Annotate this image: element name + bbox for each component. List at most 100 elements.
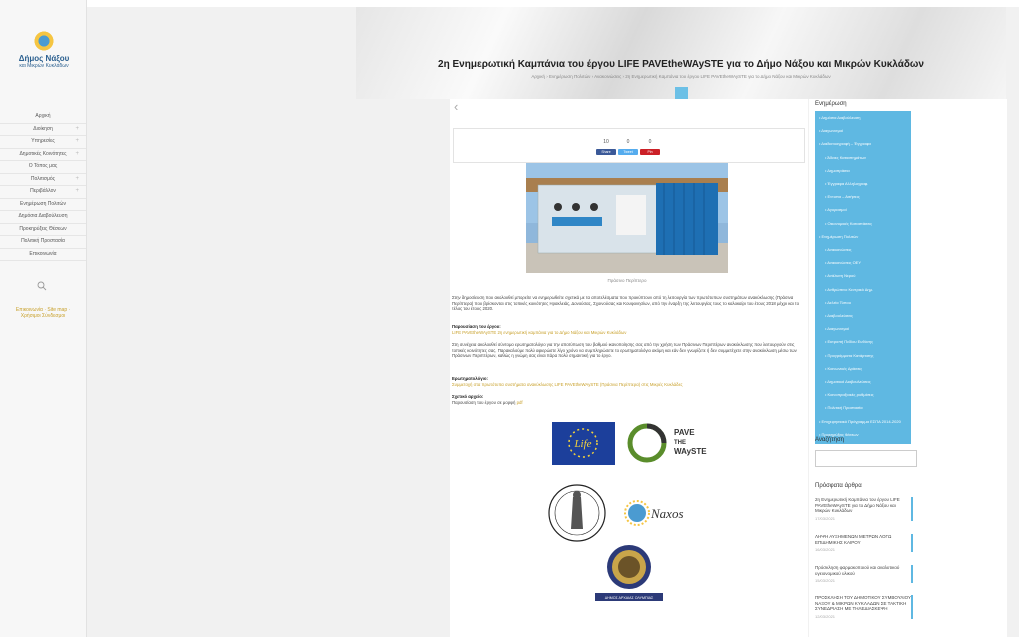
recent-post-date: 15/03/2021 xyxy=(815,578,836,583)
presentation-link[interactable]: LIFE PAVEtheWAySTE 2η ενημερωτική καμπάν… xyxy=(452,330,802,336)
info-menu-label: Ανακοινώσεις ΟΕΥ xyxy=(827,260,862,266)
recent-post[interactable]: ΛΗΨΗ ΑΥΞΗΜΕΝΩΝ ΜΕΤΡΩΝ ΛΟΓΩ ΕΠΙΔΗΜΙΚΗΣ ΚΑ… xyxy=(815,534,913,552)
nav-item-label: Επικοινωνία xyxy=(29,250,57,257)
nav-item[interactable]: Διοίκηση + xyxy=(0,124,86,136)
nav-item[interactable]: Περιβάλλον + xyxy=(0,186,86,199)
info-menu-item[interactable]: • Αγορασμοί xyxy=(825,207,847,212)
nav-item[interactable]: Προκηρύξεις Θέσεων xyxy=(0,224,86,236)
info-menu-label: Δημόσια Διαβούλευση xyxy=(821,115,861,120)
pinterest-share-button[interactable]: Pin xyxy=(640,149,660,155)
info-menu-item[interactable]: • Εντυπα – Αιτήσεις xyxy=(825,194,860,199)
article-paragraph: Στη συνέχεια ακολουθεί σύντομο ερωτηματο… xyxy=(452,342,797,358)
nav-item[interactable]: Δημόσια Διαβούλευση xyxy=(0,211,86,224)
expand-plus-icon[interactable]: + xyxy=(75,136,79,147)
info-menu-label: Ανακοινώσεις xyxy=(827,247,852,252)
search-input[interactable] xyxy=(815,450,917,467)
info-menu-item[interactable]: • Ανάλυση Νερού xyxy=(825,273,855,278)
info-menu-item[interactable]: • Κοινωνικές Δράσεις xyxy=(825,366,862,371)
info-menu-item[interactable]: • Διαβουλεύσεις xyxy=(825,313,853,318)
info-menu-item[interactable]: • Οικονομικές Καταστάσεις xyxy=(825,221,872,226)
info-menu-label: Πολιτική Προστασία xyxy=(827,405,863,411)
info-menu-item[interactable]: • Προγράμματα Κατάρτισης xyxy=(825,353,873,358)
info-menu-label: Ενημέρωση Πολιτών xyxy=(821,233,859,239)
info-menu: • Δημόσια Διαβούλευση • Διαγωνισμοί • Διαδ… xyxy=(815,111,911,444)
recent-post-title[interactable]: ΠΡΟΣΚΛΗΣΗ ΤΟΥ ΔΗΜΟΤΙΚΟΥ ΣΥΜΒΟΥΛΙΟΥ ΝΑΞΟΥ… xyxy=(815,595,911,612)
info-menu-item[interactable]: • Δελτία Τύπου xyxy=(825,300,851,305)
facebook-share-button[interactable]: Share xyxy=(596,149,616,155)
footer-links[interactable]: Επικοινωνία · Site map · Χρήσιμοι Σύνδεσ… xyxy=(6,307,80,319)
nav-item[interactable]: Ο Τόπος μας xyxy=(0,161,86,174)
pdf-link[interactable]: pdf xyxy=(517,400,523,405)
heading-text: Παρουσίαση του έργου: xyxy=(452,324,501,329)
info-menu-item[interactable]: • Διαγωνισμοί xyxy=(825,326,849,331)
info-menu-item[interactable]: • Δημόσια Διαβούλευση xyxy=(819,115,861,120)
pave-text: PAVE xyxy=(674,428,695,437)
info-menu-item[interactable]: • Ενημέρωση Πολιτών xyxy=(819,234,858,239)
info-menu-label: Άδειες Καταστημάτων xyxy=(827,154,866,160)
info-menu-item[interactable]: • Έγγραφα Αλληλογραφ. xyxy=(825,181,868,186)
info-menu-item[interactable]: • Ανακοινώσεις ΟΕΥ xyxy=(825,260,861,265)
info-menu-label: Έγγραφα Αλληλογραφ. xyxy=(827,181,869,186)
recent-post[interactable]: Πρόσκληση φαρμακοποιού και αναλυτικού υγ… xyxy=(815,565,913,583)
naxos-logo-text: Νaxos xyxy=(650,506,684,521)
info-menu-item[interactable]: • Δημοπράσια xyxy=(825,168,850,173)
info-menu-label: Αγορασμοί xyxy=(827,207,847,213)
info-menu-label: Ανθρώπινο Κεντρικό Δημ. xyxy=(827,286,874,292)
nav-item[interactable]: Πολιτισμός + xyxy=(0,174,86,186)
recent-post-title[interactable]: ΛΗΨΗ ΑΥΞΗΜΕΝΩΝ ΜΕΤΡΩΝ ΛΟΓΩ ΕΠΙΔΗΜΙΚΗΣ ΚΑ… xyxy=(815,534,911,545)
info-menu-item[interactable]: • Δημοτικοί Διαβουλεύσεις xyxy=(825,379,871,384)
expand-plus-icon[interactable]: + xyxy=(75,149,79,160)
info-menu-item[interactable]: • Διαδικτυογραφή – Έγγραφα xyxy=(819,141,871,146)
nav-item[interactable]: Δημοτικές Κοινότητες + xyxy=(0,149,86,161)
recent-post-date: 17/03/2021 xyxy=(815,515,836,521)
info-menu-label: Ανάλυση Νερού xyxy=(827,273,856,279)
recent-post-title[interactable]: Πρόσκληση φαρμακοποιού και αναλυτικού υγ… xyxy=(815,565,911,576)
info-menu-label: Δημοτικοί Διαβουλεύσεις xyxy=(827,379,871,384)
life-logo-text: Life xyxy=(573,438,591,450)
recent-post-date: 16/03/2021 xyxy=(815,547,836,552)
share-count-pinterest: 0 xyxy=(648,139,652,145)
nav-item-label: Ενημέρωση Πολιτών xyxy=(20,200,66,207)
nav-item[interactable]: Αρχική xyxy=(0,111,86,124)
info-menu-label: Επιχειρησιακό Πρόγραμμα ΕΣΠΑ 2014-2020 xyxy=(821,418,901,424)
article-heading-presentation: Παρουσίαση του έργου: xyxy=(452,324,802,330)
site-logo[interactable]: Δήμος Νάξου και Μικρών Κυκλάδων xyxy=(16,30,72,69)
main-nav: Αρχική Διοίκηση + Υπηρεσίες + Δημοτικές Κοινό… xyxy=(0,111,86,261)
info-menu-label: Εντυπα – Αιτήσεις xyxy=(827,194,860,200)
sun-logo-icon xyxy=(33,30,55,52)
info-menu-item[interactable]: • Κοινοπραξιακές ρυθμίσεις xyxy=(825,392,874,397)
back-arrow-icon[interactable]: ‹ xyxy=(454,99,458,114)
expand-plus-icon[interactable]: + xyxy=(75,174,79,185)
info-menu-item[interactable]: • Εκτροπή Πεδίου Ευθύνης xyxy=(825,339,873,344)
file-text: Παρουσίαση του έργου σε μορφή xyxy=(452,400,516,405)
breadcrumb[interactable]: Αρχική › Ενημέρωση Πολιτών › Ανακοινώσει… xyxy=(356,74,1006,79)
search-icon[interactable] xyxy=(37,281,47,291)
info-menu-label: Κοινοπραξιακές ρυθμίσεις xyxy=(827,392,874,398)
info-menu-item[interactable]: • Επιχειρησιακό Πρόγραμμα ΕΣΠΑ 2014-2020 xyxy=(819,419,901,424)
heading-text: Ερωτηματολόγιο: xyxy=(452,376,488,381)
expand-plus-icon[interactable]: + xyxy=(75,186,79,197)
nav-item[interactable]: Επικοινωνία xyxy=(0,249,86,261)
info-menu-item[interactable]: • Άδειες Καταστημάτων xyxy=(825,155,866,160)
questionnaire-link[interactable]: Συμμετοχή στα πρωτότυπα συστήματα ανακύκ… xyxy=(452,382,802,388)
info-menu-item[interactable]: • Πολιτική Προστασία xyxy=(825,405,863,410)
share-count-twitter: 0 xyxy=(626,139,630,145)
info-menu-label: Κοινωνικές Δράσεις xyxy=(827,365,863,371)
kiosk-photo xyxy=(526,163,728,273)
nav-item[interactable]: Πολιτική Προστασία xyxy=(0,236,86,249)
info-menu-item[interactable]: • Ανακοινώσεις xyxy=(825,247,851,252)
nav-item[interactable]: Υπηρεσίες + xyxy=(0,136,86,149)
info-menu-label: Δημοπράσια xyxy=(827,167,850,173)
info-menu-item[interactable]: • Ανθρώπινο Κεντρικό Δημ. xyxy=(825,287,873,292)
nav-item[interactable]: Ενημέρωση Πολιτών xyxy=(0,199,86,211)
recent-post[interactable]: 2η Ενημερωτική Καμπάνια του έργου LIFE P… xyxy=(815,497,913,521)
twitter-share-button[interactable]: Tweet xyxy=(618,149,638,155)
recent-post[interactable]: ΠΡΟΣΚΛΗΣΗ ΤΟΥ ΔΗΜΟΤΙΚΟΥ ΣΥΜΒΟΥΛΙΟΥ ΝΑΞΟΥ… xyxy=(815,595,913,619)
eu-life-logo: Life xyxy=(552,422,615,465)
recent-post-title[interactable]: 2η Ενημερωτική Καμπάνια του έργου LIFE P… xyxy=(815,497,911,514)
archaia-olympia-logo: ΔΗΜΟΣ ΑΡΧΑΙΑΣ ΟΛΥΜΠΙΑΣ xyxy=(595,545,663,601)
info-menu-item[interactable]: • Διαγωνισμοί xyxy=(819,128,843,133)
expand-plus-icon[interactable]: + xyxy=(75,124,79,135)
article-heading-questionnaire: Ερωτηματολόγιο: xyxy=(452,376,802,382)
partner-logos: Life PAVE THE WAySTE Νaxos ΔΗΜΟΣ ΑΡΧΑΙΑΣ… xyxy=(548,422,707,601)
